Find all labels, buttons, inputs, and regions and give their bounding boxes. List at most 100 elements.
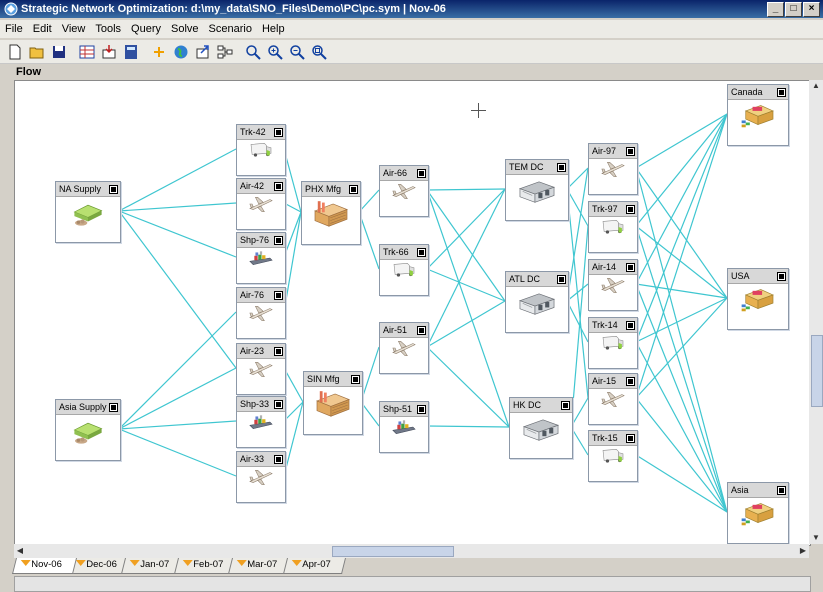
- link-asia-supply-shp-33[interactable]: [118, 420, 237, 430]
- node-toggle[interactable]: [557, 162, 566, 172]
- node-hk-dc[interactable]: HK DC: [509, 397, 573, 459]
- menu-file[interactable]: File: [0, 23, 28, 35]
- link-air-23-sin-mfg[interactable]: [283, 367, 304, 403]
- node-toggle[interactable]: [274, 399, 283, 409]
- node-air-14[interactable]: Air-14: [588, 259, 638, 311]
- zoom-in-button[interactable]: [264, 42, 286, 62]
- save-button[interactable]: [48, 42, 70, 62]
- node-air-15[interactable]: Air-15: [588, 373, 638, 425]
- node-toggle[interactable]: [626, 433, 635, 443]
- node-toggle[interactable]: [777, 271, 786, 281]
- link-trk-97-canada[interactable]: [635, 113, 728, 227]
- link-atl-dc-trk-14[interactable]: [566, 300, 589, 343]
- node-trk-15[interactable]: Trk-15: [588, 430, 638, 482]
- node-air-42[interactable]: Air-42: [236, 178, 286, 230]
- node-toggle[interactable]: [109, 184, 118, 194]
- calculator-button[interactable]: [120, 42, 142, 62]
- scroll-down-icon[interactable]: ▼: [810, 532, 822, 544]
- node-air-66[interactable]: Air-66: [379, 165, 429, 217]
- link-air-51-tem-dc[interactable]: [426, 188, 506, 348]
- link-trk-66-tem-dc[interactable]: [426, 188, 506, 270]
- link-sin-mfg-shp-51[interactable]: [360, 401, 380, 427]
- tab-nov-06[interactable]: Nov-06: [12, 558, 77, 574]
- link-phx-mfg-trk-66[interactable]: [358, 211, 380, 270]
- node-air-23[interactable]: Air-23: [236, 343, 286, 395]
- scroll-right-icon[interactable]: ▶: [797, 545, 809, 557]
- import-button[interactable]: [98, 42, 120, 62]
- globe-button[interactable]: [170, 42, 192, 62]
- node-toggle[interactable]: [417, 168, 426, 178]
- menu-scenario[interactable]: Scenario: [204, 23, 257, 35]
- node-toggle[interactable]: [626, 376, 635, 386]
- link-air-66-tem-dc[interactable]: [426, 188, 506, 191]
- link-trk-97-asia[interactable]: [635, 225, 728, 513]
- link-asia-supply-air-76[interactable]: [118, 311, 237, 430]
- link-hk-dc-trk-15[interactable]: [570, 426, 589, 456]
- node-toggle[interactable]: [349, 184, 358, 194]
- link-trk-97-usa[interactable]: [635, 225, 728, 299]
- node-shp-76[interactable]: Shp-76: [236, 232, 286, 284]
- link-na-supply-trk-42[interactable]: [118, 148, 237, 212]
- node-toggle[interactable]: [274, 127, 283, 137]
- node-trk-66[interactable]: Trk-66: [379, 244, 429, 296]
- node-toggle[interactable]: [351, 374, 360, 384]
- node-phx-mfg[interactable]: PHX Mfg: [301, 181, 361, 245]
- node-trk-14[interactable]: Trk-14: [588, 317, 638, 369]
- menu-edit[interactable]: Edit: [28, 23, 57, 35]
- export-button[interactable]: [192, 42, 214, 62]
- menu-view[interactable]: View: [57, 23, 91, 35]
- link-air-15-usa[interactable]: [635, 297, 728, 399]
- grid-button[interactable]: [76, 42, 98, 62]
- link-air-15-asia[interactable]: [635, 397, 728, 513]
- node-na-supply[interactable]: NA Supply: [55, 181, 121, 243]
- link-sin-mfg-air-51[interactable]: [360, 346, 380, 403]
- link-air-51-hk-dc[interactable]: [426, 346, 510, 428]
- node-toggle[interactable]: [626, 146, 635, 156]
- node-toggle[interactable]: [274, 346, 283, 356]
- node-sin-mfg[interactable]: SIN Mfg: [303, 371, 363, 435]
- node-atl-dc[interactable]: ATL DC: [505, 271, 569, 333]
- scroll-up-icon[interactable]: ▲: [810, 80, 822, 92]
- link-air-15-canada[interactable]: [635, 113, 728, 399]
- link-asia-supply-air-23[interactable]: [118, 367, 237, 430]
- link-shp-76-phx-mfg[interactable]: [283, 211, 302, 258]
- node-air-51[interactable]: Air-51: [379, 322, 429, 374]
- link-air-14-usa[interactable]: [635, 283, 728, 299]
- node-toggle[interactable]: [274, 235, 283, 245]
- node-toggle[interactable]: [561, 400, 570, 410]
- link-trk-42-phx-mfg[interactable]: [283, 148, 302, 213]
- menu-solve[interactable]: Solve: [166, 23, 204, 35]
- horizontal-scroll-thumb[interactable]: [332, 546, 454, 557]
- zoom-out-button[interactable]: [286, 42, 308, 62]
- node-trk-97[interactable]: Trk-97: [588, 201, 638, 253]
- link-asia-supply-air-33[interactable]: [118, 428, 237, 477]
- scroll-left-icon[interactable]: ◀: [14, 545, 26, 557]
- zoom-fit-button[interactable]: [308, 42, 330, 62]
- node-air-76[interactable]: Air-76: [236, 287, 286, 339]
- link-air-14-asia[interactable]: [635, 283, 728, 513]
- link-phx-mfg-air-66[interactable]: [358, 189, 380, 213]
- link-air-97-canada[interactable]: [635, 113, 728, 169]
- link-trk-14-usa[interactable]: [635, 297, 728, 343]
- node-toggle[interactable]: [417, 247, 426, 257]
- link-air-33-sin-mfg[interactable]: [283, 401, 304, 477]
- node-toggle[interactable]: [777, 87, 786, 97]
- link-trk-14-canada[interactable]: [635, 113, 728, 343]
- link-air-66-atl-dc[interactable]: [426, 189, 506, 302]
- close-button[interactable]: ×: [803, 1, 820, 17]
- node-air-97[interactable]: Air-97: [588, 143, 638, 195]
- link-air-97-asia[interactable]: [635, 167, 728, 513]
- node-shp-33[interactable]: Shp-33: [236, 396, 286, 448]
- new-button[interactable]: [4, 42, 26, 62]
- maximize-button[interactable]: □: [785, 1, 802, 17]
- node-trk-42[interactable]: Trk-42: [236, 124, 286, 176]
- link-atl-dc-air-97[interactable]: [566, 167, 589, 302]
- node-toggle[interactable]: [626, 262, 635, 272]
- zoom-button[interactable]: [242, 42, 264, 62]
- node-toggle[interactable]: [274, 181, 283, 191]
- flow-canvas[interactable]: NA Supply Asia Supply Trk-42 Air-42 Shp-76 Ai…: [14, 80, 811, 546]
- node-usa[interactable]: USA: [727, 268, 789, 330]
- horizontal-scrollbar[interactable]: ◀ ▶: [14, 544, 809, 558]
- node-air-33[interactable]: Air-33: [236, 451, 286, 503]
- link-trk-15-asia[interactable]: [635, 454, 728, 513]
